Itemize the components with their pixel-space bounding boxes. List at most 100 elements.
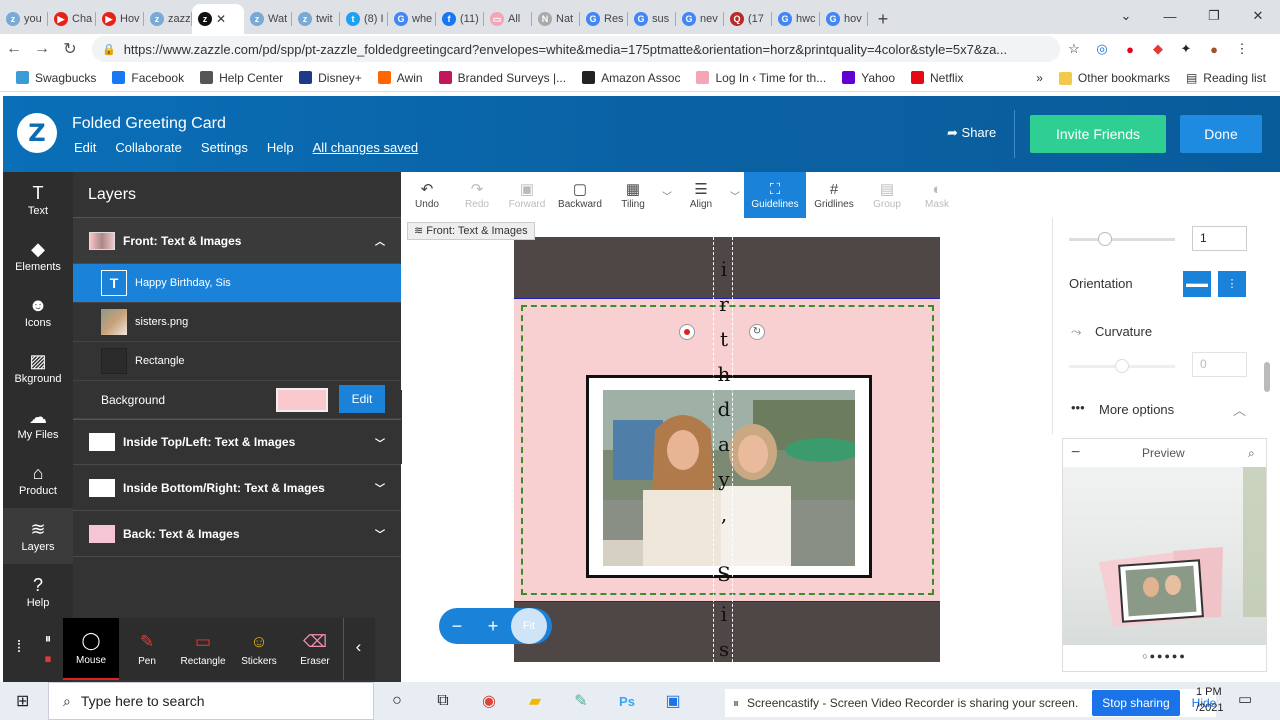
menu-collaborate[interactable]: Collaborate [115,140,182,155]
zoom-fit-button[interactable]: Fit [511,608,547,644]
screencastify-stickers-tool[interactable]: ☺ Stickers [231,618,287,680]
taskbar-search[interactable]: ⌕ Type here to search [48,682,374,720]
browser-tab[interactable]: ▶ Hov [96,4,144,34]
other-bookmarks[interactable]: Other bookmarks [1051,71,1178,85]
zoom-preview-icon[interactable]: ⌕ [1248,446,1255,461]
tab-active[interactable]: z ✕ [192,4,244,34]
zoom-in-button[interactable]: + [475,616,511,637]
chevron-down-icon[interactable]: ﹀ [726,172,744,218]
properties-scrollbar[interactable] [1264,362,1270,392]
back-button[interactable]: ← [0,40,28,58]
share-button[interactable]: ➦ Share [947,125,996,141]
collapse-toolbar-button[interactable]: ‹ [343,618,373,680]
chevron-down-icon[interactable]: ﹀ [375,435,385,450]
layer-group-front[interactable]: Front: Text & Images ︿ [73,218,401,264]
orientation-horizontal-button[interactable]: ▬▬ [1183,271,1211,297]
screencastify-mouse-tool[interactable]: ◯ Mouse [63,618,119,680]
bookmark-star-icon[interactable]: ☆ [1060,41,1088,57]
background-edit-button[interactable]: Edit [339,385,385,413]
chevron-up-icon[interactable]: ︿ [1233,400,1246,419]
pinterest-icon[interactable]: ● [1116,42,1144,57]
browser-tab[interactable]: z twit [292,4,340,34]
reading-list[interactable]: ▤ Reading list [1178,71,1274,85]
chevron-down-icon[interactable]: ﹀ [375,526,385,541]
preview-image[interactable] [1063,467,1266,645]
zoom-out-button[interactable]: − [439,616,475,637]
bookmark-item[interactable]: Log In ‹ Time for th... [688,71,834,85]
menu-kebab-icon[interactable]: ⋮ [1228,41,1256,57]
toolbar-mask-button[interactable]: ◐ Mask [912,172,962,218]
save-status-link[interactable]: All changes saved [313,140,419,155]
screencastify-pen-tool[interactable]: ✎ Pen [119,618,175,680]
stop-sharing-button[interactable]: Stop sharing [1092,690,1180,716]
zazzle-logo[interactable]: Z [17,113,57,153]
rail-item-help[interactable]: ? Help [3,564,73,620]
layer-row[interactable]: T Happy Birthday, Sis [73,264,401,303]
browser-tab[interactable]: f (11) [436,4,484,34]
menu-help[interactable]: Help [267,140,294,155]
browser-tab[interactable]: ▶ Cha [48,4,96,34]
browser-tab[interactable]: Gnev [676,4,724,34]
browser-tab[interactable]: z you [0,4,48,34]
browser-tab[interactable]: t (8) I [340,4,388,34]
close-window-button[interactable]: ✕ [1236,8,1280,24]
windows-start-icon[interactable]: ⊞ [16,691,29,711]
bookmark-item[interactable]: Facebook [104,71,192,85]
screencastify-icon[interactable]: ◆ [1144,41,1172,57]
extensions-puzzle-icon[interactable]: ✦ [1172,41,1200,57]
layer-group[interactable]: Inside Top/Left: Text & Images ﹀ [73,419,401,465]
extension-icon[interactable]: ◎ [1088,41,1116,57]
toolbar-redo-button[interactable]: ↷ Redo [452,172,502,218]
background-color-swatch[interactable] [276,388,328,412]
chevron-down-icon[interactable]: ﹀ [375,480,385,495]
layer-row[interactable]: sisters.png [73,303,401,342]
forward-button[interactable]: → [28,40,56,58]
menu-edit[interactable]: Edit [74,140,96,155]
rail-item-elements[interactable]: ◆ Elements [3,228,73,284]
browser-tab[interactable]: ▭ All [484,4,532,34]
spacing-slider-knob[interactable] [1098,232,1112,246]
bookmark-item[interactable]: Branded Surveys |... [431,71,575,85]
file-explorer-icon[interactable]: ▰ [512,691,558,711]
toolbar-forward-button[interactable]: ▣ Forward [502,172,552,218]
bookmark-item[interactable]: Help Center [192,71,291,85]
screencastify-rectangle-tool[interactable]: ▭ Rectangle [175,618,231,680]
preview-pagination[interactable]: ○●●●●● [1063,651,1266,661]
browser-tab[interactable]: z zazz [144,4,192,34]
notifications-icon[interactable]: ▭ [1238,690,1252,708]
curvature-input[interactable]: 0 [1192,352,1247,377]
rotate-handle[interactable]: ↻ [749,324,765,340]
vertical-text-layer[interactable]: irthday,Sis [713,237,733,662]
layer-breadcrumb[interactable]: ≋ Front: Text & Images [407,222,535,240]
layer-group[interactable]: Back: Text & Images ﹀ [73,511,401,557]
rail-item-layers[interactable]: ≋ Layers [3,508,73,564]
spacing-input[interactable]: 1 [1192,226,1247,251]
toolbar-backward-button[interactable]: ▢ Backward [552,172,608,218]
bookmark-item[interactable]: Yahoo [834,71,903,85]
bookmark-item[interactable]: Disney+ [291,71,370,85]
profile-dropdown-icon[interactable]: ⌄ [1104,8,1148,24]
invite-friends-button[interactable]: Invite Friends [1030,115,1166,153]
preview-collapse-button[interactable]: − [1071,444,1080,462]
photoshop-icon[interactable]: Ps [604,694,650,709]
toolbar-undo-button[interactable]: ↶ Undo [402,172,452,218]
browser-tab[interactable]: Gwhe [388,4,436,34]
photos-icon[interactable]: ▣ [650,691,696,711]
bookmarks-more-button[interactable]: » [1028,71,1051,85]
profile-avatar[interactable]: ● [1200,42,1228,57]
close-tab-icon[interactable]: ✕ [216,12,226,26]
orientation-vertical-button[interactable]: ⋮ [1218,271,1246,297]
toolbar-tiling-button[interactable]: ▦ Tiling [608,172,658,218]
new-tab-button[interactable]: + [868,4,898,34]
rail-item-bkground[interactable]: ▨ Bkground [3,340,73,396]
toolbar-align-button[interactable]: ☰ Align [676,172,726,218]
minimize-button[interactable]: — [1148,9,1192,24]
taskbar-clock[interactable]: 1 PM /2021 [1196,684,1224,716]
chevron-down-icon[interactable]: ﹀ [658,172,676,218]
delete-handle[interactable] [679,324,695,340]
toolbar-gridlines-button[interactable]: # Gridlines [806,172,862,218]
paint-icon[interactable]: ✎ [558,691,604,711]
browser-tab[interactable]: G Res [580,4,628,34]
screencastify-eraser-tool[interactable]: ⌫ Eraser [287,618,343,680]
done-button[interactable]: Done [1180,115,1262,153]
